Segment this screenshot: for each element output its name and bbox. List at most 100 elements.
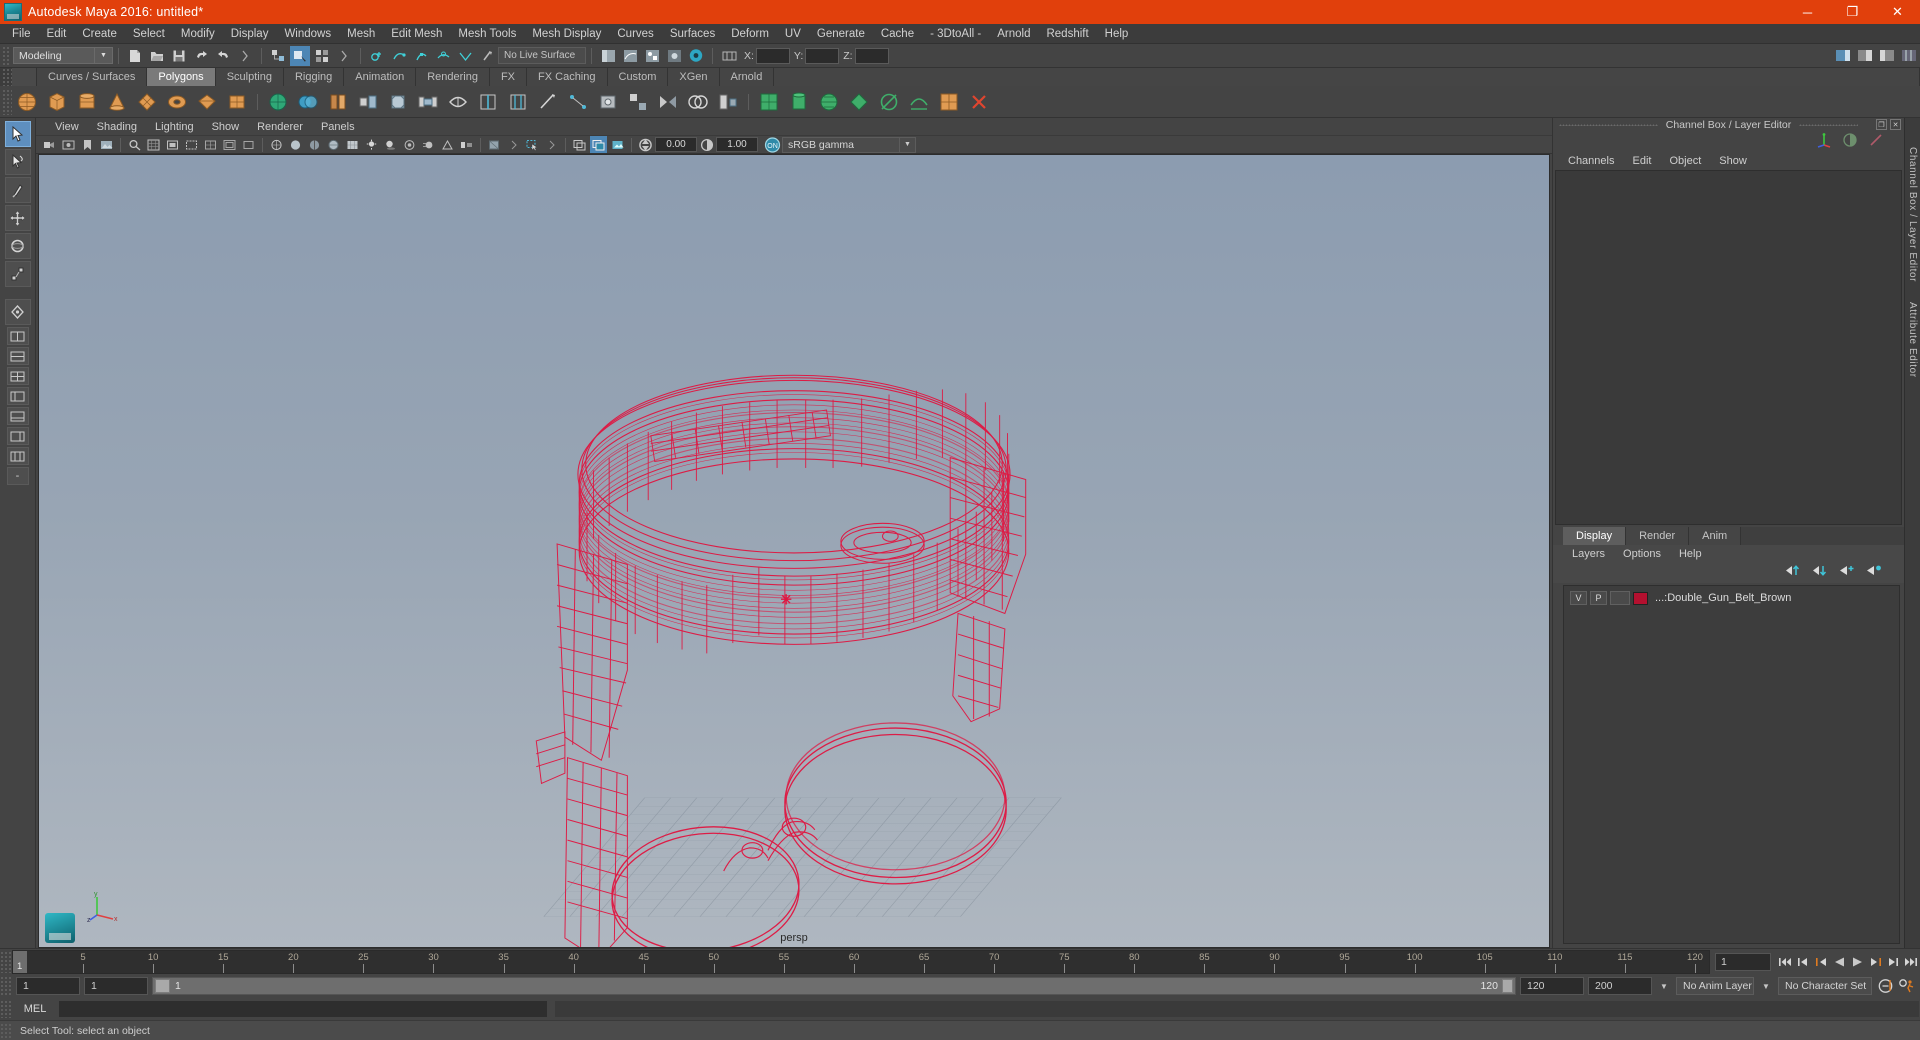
field-chart-icon[interactable] bbox=[202, 136, 219, 153]
uv-spherical-icon[interactable] bbox=[815, 88, 843, 116]
channel-box-menu-channels[interactable]: Channels bbox=[1559, 155, 1623, 167]
viewport-menu-panels[interactable]: Panels bbox=[312, 121, 364, 133]
range-slider-grip[interactable] bbox=[0, 976, 12, 996]
open-render-view-icon[interactable] bbox=[664, 46, 684, 66]
viewport-menu-lighting[interactable]: Lighting bbox=[146, 121, 203, 133]
range-left-handle[interactable] bbox=[155, 979, 170, 993]
time-slider-grip[interactable] bbox=[0, 950, 12, 973]
multi-cut-icon[interactable] bbox=[534, 88, 562, 116]
uv-editor-icon[interactable] bbox=[935, 88, 963, 116]
append-polygon-icon[interactable] bbox=[444, 88, 472, 116]
statusline-collapse-icon[interactable] bbox=[235, 46, 255, 66]
shelf-tab-fx[interactable]: FX bbox=[489, 68, 528, 86]
channel-box-attribute-list[interactable] bbox=[1555, 170, 1902, 525]
viewport-menu-show[interactable]: Show bbox=[203, 121, 249, 133]
selection-mode-chevron-down-icon[interactable]: ▼ bbox=[95, 47, 113, 64]
reduce-icon[interactable] bbox=[714, 88, 742, 116]
play-forwards-icon[interactable] bbox=[1848, 952, 1866, 972]
safe-title-icon[interactable] bbox=[240, 136, 257, 153]
camera-attributes-icon[interactable] bbox=[60, 136, 77, 153]
menu-edit-mesh[interactable]: Edit Mesh bbox=[383, 25, 450, 43]
range-slider-track[interactable]: 1 120 bbox=[152, 977, 1516, 995]
separate-icon[interactable] bbox=[324, 88, 352, 116]
smooth-shade-all-icon[interactable] bbox=[287, 136, 304, 153]
layout-hypershade-button[interactable] bbox=[6, 427, 29, 445]
anim-layer-chevron-down-icon[interactable]: ▼ bbox=[1656, 977, 1672, 995]
restore-panel-icon[interactable]: ❐ bbox=[1876, 119, 1887, 130]
toolbox-expand-button[interactable]: - bbox=[6, 467, 29, 485]
menu-3dtoall[interactable]: - 3DtoAll - bbox=[922, 25, 989, 43]
uv-planar-icon[interactable] bbox=[755, 88, 783, 116]
shelf-tab-curves-surfaces[interactable]: Curves / Surfaces bbox=[37, 68, 148, 86]
safe-action-icon[interactable] bbox=[221, 136, 238, 153]
coord-y-field[interactable] bbox=[805, 47, 840, 64]
polygon-sphere-icon[interactable] bbox=[13, 88, 41, 116]
snap-to-grid-icon[interactable] bbox=[367, 46, 387, 66]
polygon-cube-icon[interactable] bbox=[43, 88, 71, 116]
color-management-toggle-icon[interactable]: ON bbox=[764, 136, 781, 153]
viewport-menu-shading[interactable]: Shading bbox=[88, 121, 146, 133]
gamma-icon[interactable] bbox=[698, 136, 715, 153]
shelf-tab-sculpting[interactable]: Sculpting bbox=[215, 68, 284, 86]
character-set-chevron-down-icon[interactable]: ▼ bbox=[1758, 977, 1774, 995]
step-forward-key-icon[interactable] bbox=[1884, 952, 1902, 972]
shelf-tab-arnold[interactable]: Arnold bbox=[719, 68, 775, 86]
texture-display-icon[interactable] bbox=[344, 136, 361, 153]
show-manipulator-tool-button[interactable] bbox=[4, 299, 31, 325]
playback-end-time-field[interactable]: 120 bbox=[1520, 977, 1584, 995]
coord-z-field[interactable] bbox=[854, 47, 889, 64]
status-bar-grip[interactable] bbox=[0, 1022, 12, 1039]
layer-menu-layers[interactable]: Layers bbox=[1563, 548, 1614, 560]
selection-mode-dropdown[interactable]: Modeling bbox=[13, 47, 95, 64]
snap-to-point-icon[interactable] bbox=[411, 46, 431, 66]
show-hide-channel-box-icon[interactable] bbox=[1833, 46, 1853, 66]
shelf-tab-animation[interactable]: Animation bbox=[344, 68, 417, 86]
go-to-start-icon[interactable] bbox=[1776, 952, 1794, 972]
uv-cut-icon[interactable] bbox=[875, 88, 903, 116]
step-forward-frame-icon[interactable] bbox=[1866, 952, 1884, 972]
menu-mesh-tools[interactable]: Mesh Tools bbox=[450, 25, 524, 43]
layer-tab-display[interactable]: Display bbox=[1563, 527, 1627, 545]
layer-new-from-selected-icon[interactable] bbox=[1866, 564, 1882, 582]
menu-create[interactable]: Create bbox=[74, 25, 125, 43]
menu-mesh[interactable]: Mesh bbox=[339, 25, 383, 43]
gamma-field[interactable]: 1.00 bbox=[716, 137, 758, 152]
scale-tool-button[interactable] bbox=[4, 261, 31, 287]
lasso-select-tool-button[interactable] bbox=[4, 149, 31, 175]
shelf-tab-xgen[interactable]: XGen bbox=[668, 68, 720, 86]
layer-row[interactable]: V P ...:Double_Gun_Belt_Brown bbox=[1564, 590, 1899, 606]
move-tool-button[interactable] bbox=[4, 205, 31, 231]
live-surface-field[interactable]: No Live Surface bbox=[498, 47, 586, 64]
range-right-handle[interactable] bbox=[1502, 979, 1513, 993]
depth-of-field-icon[interactable] bbox=[458, 136, 475, 153]
uv-automatic-icon[interactable] bbox=[845, 88, 873, 116]
combine-icon[interactable] bbox=[294, 88, 322, 116]
menu-surfaces[interactable]: Surfaces bbox=[662, 25, 723, 43]
viewport-copy-icon[interactable] bbox=[571, 136, 588, 153]
show-hide-tool-settings-icon[interactable] bbox=[1877, 46, 1897, 66]
menu-generate[interactable]: Generate bbox=[809, 25, 873, 43]
layer-move-down-icon[interactable] bbox=[1812, 564, 1828, 582]
select-camera-icon[interactable] bbox=[41, 136, 58, 153]
layer-menu-help[interactable]: Help bbox=[1670, 548, 1711, 560]
save-scene-icon[interactable] bbox=[169, 46, 189, 66]
maximize-button[interactable]: ❐ bbox=[1830, 0, 1875, 24]
shadows-icon[interactable] bbox=[382, 136, 399, 153]
polygon-prism-icon[interactable] bbox=[193, 88, 221, 116]
channel-box-speed-icon[interactable] bbox=[1842, 132, 1858, 153]
animation-preferences-icon[interactable] bbox=[1898, 976, 1916, 996]
new-scene-icon[interactable] bbox=[125, 46, 145, 66]
layout-two-pane-button[interactable] bbox=[6, 347, 29, 365]
play-backwards-icon[interactable] bbox=[1830, 952, 1848, 972]
layout-persp-outliner-button[interactable] bbox=[6, 387, 29, 405]
shelf-tab-polygons[interactable]: Polygons bbox=[147, 68, 216, 86]
layer-new-icon[interactable] bbox=[1839, 564, 1855, 582]
statusline-grip[interactable] bbox=[2, 45, 10, 66]
offset-edge-loop-icon[interactable] bbox=[504, 88, 532, 116]
channel-box-menu-show[interactable]: Show bbox=[1710, 155, 1756, 167]
make-live-icon[interactable] bbox=[477, 46, 497, 66]
sidebar-panels-icon[interactable] bbox=[1899, 46, 1919, 66]
layer-tab-anim[interactable]: Anim bbox=[1689, 527, 1742, 545]
channel-box-menu-edit[interactable]: Edit bbox=[1623, 155, 1660, 167]
snap-to-view-plane-icon[interactable] bbox=[455, 46, 475, 66]
